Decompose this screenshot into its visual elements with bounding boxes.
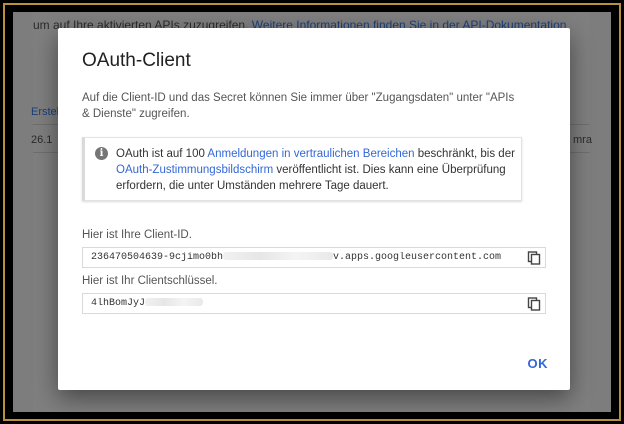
sensitive-scopes-link[interactable]: Anmeldungen in vertraulichen Bereichen bbox=[207, 148, 414, 160]
info-callout: i OAuth ist auf 100 Anmeldungen in vertr… bbox=[82, 137, 522, 201]
ok-button[interactable]: OK bbox=[528, 356, 549, 371]
client-id-prefix: 236470504639-9cjimo0bh bbox=[91, 252, 224, 263]
redacted-text bbox=[145, 298, 204, 307]
client-secret-prefix: 4lhBomJyJ bbox=[91, 298, 146, 309]
client-id-label: Hier ist Ihre Client-ID. bbox=[82, 229, 192, 241]
info-text-part: OAuth ist auf 100 bbox=[116, 148, 208, 160]
client-secret-label: Hier ist Ihr Clientschlüssel. bbox=[82, 275, 218, 287]
client-id-suffix: v.apps.googleusercontent.com bbox=[333, 252, 502, 263]
background-tab[interactable]: Erstel bbox=[31, 106, 59, 118]
info-text: OAuth ist auf 100 Anmeldungen in vertrau… bbox=[116, 146, 516, 194]
client-id-field[interactable]: 236470504639-9cjimo0bh v.apps.googleuserc… bbox=[82, 247, 546, 268]
dialog-description: Auf die Client-ID und das Secret können … bbox=[82, 92, 515, 120]
dialog-title: OAuth-Client bbox=[82, 50, 191, 71]
background-row-right: mra bbox=[573, 134, 592, 146]
copy-icon[interactable] bbox=[527, 297, 541, 311]
oauth-client-dialog: OAuth-Client Auf die Client-ID und das S… bbox=[58, 28, 570, 390]
copy-icon[interactable] bbox=[527, 251, 541, 265]
background-row-number: 26.1 bbox=[31, 134, 53, 146]
client-secret-field[interactable]: 4lhBomJyJ bbox=[82, 293, 546, 314]
consent-screen-link[interactable]: OAuth-Zustimmungsbildschirm bbox=[116, 164, 273, 176]
client-secret-value: 4lhBomJyJ bbox=[91, 298, 521, 309]
info-icon: i bbox=[95, 147, 108, 160]
client-id-value: 236470504639-9cjimo0bh v.apps.googleuserc… bbox=[91, 252, 521, 263]
redacted-text bbox=[223, 252, 334, 261]
info-text-part: beschränkt, bis der bbox=[414, 148, 515, 160]
